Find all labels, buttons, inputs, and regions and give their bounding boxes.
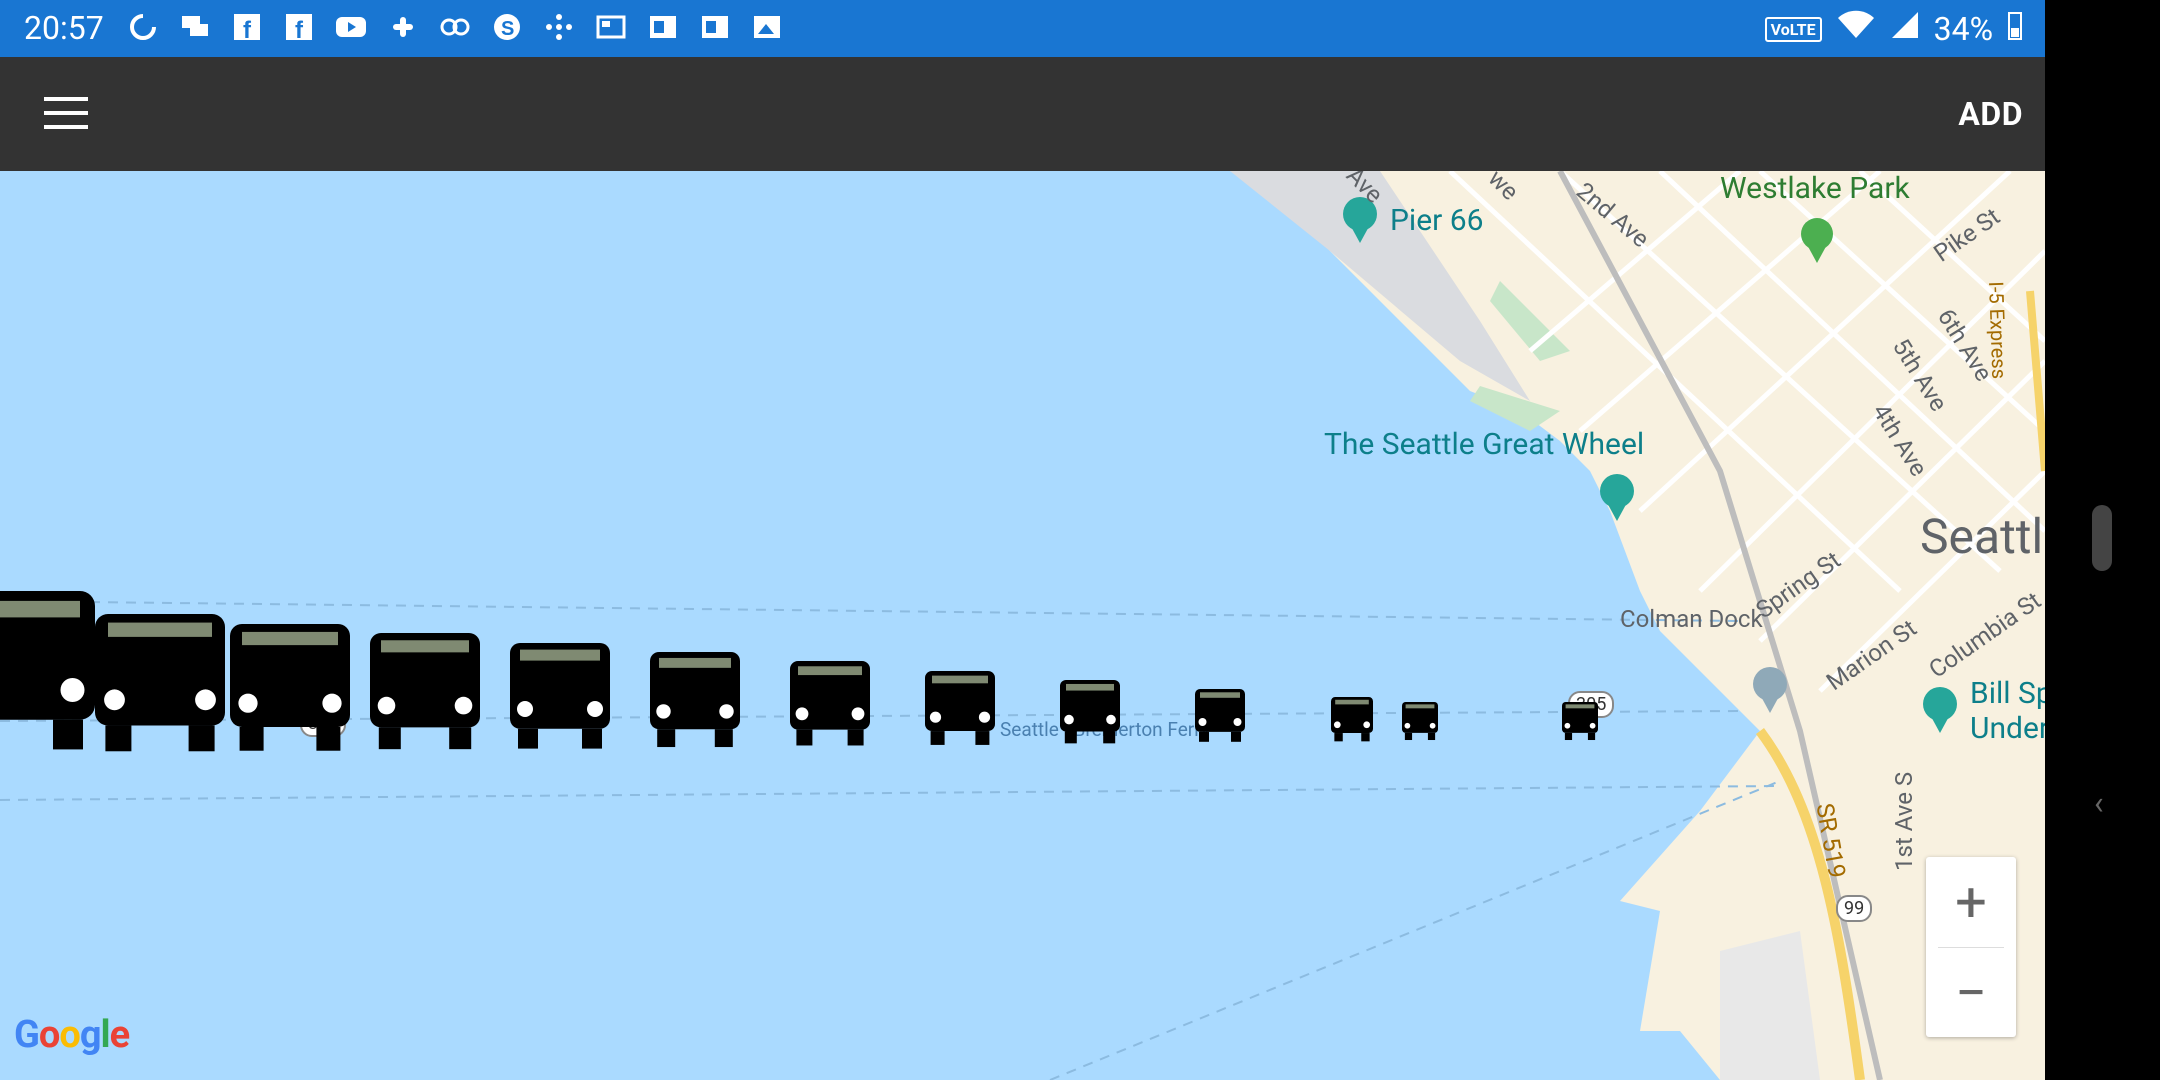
bus-icon[interactable]	[1331, 696, 1377, 747]
bus-icon[interactable]	[650, 651, 744, 755]
skype-icon: S	[492, 12, 522, 42]
clock: 20:57	[24, 9, 104, 47]
facebook-icon: f	[232, 12, 262, 42]
colman-dock-label: Colman Dock	[1620, 605, 1763, 633]
facebook-icon: f	[284, 12, 314, 42]
bus-icon[interactable]	[230, 623, 354, 760]
dots-icon	[544, 12, 574, 42]
news-icon	[596, 12, 626, 42]
svg-text:S: S	[501, 18, 514, 40]
battery-percent: 34%	[1933, 10, 1993, 48]
bus-icon[interactable]	[1562, 702, 1602, 746]
bus-icon[interactable]	[95, 614, 229, 761]
pier66-label: Pier 66	[1390, 203, 1484, 238]
bus-icon[interactable]	[1195, 689, 1249, 748]
system-status: VoLTE 34%	[1764, 10, 2023, 48]
youtube-icon	[336, 12, 366, 42]
bill-sp-label: Bill Sp	[1970, 676, 2045, 711]
zoom-out-button[interactable]: −	[1926, 948, 2016, 1038]
hamburger-icon[interactable]	[44, 97, 88, 129]
zoom-control: + −	[1926, 857, 2016, 1037]
add-button[interactable]: ADD	[1958, 95, 2023, 133]
bus-icon[interactable]	[925, 670, 999, 752]
wifi-icon	[1836, 10, 1876, 48]
sync-icon	[128, 12, 158, 42]
app-toolbar: ADD	[0, 57, 2045, 171]
signal-icon	[1890, 10, 1920, 48]
svg-text:f: f	[243, 17, 252, 42]
bus-icon[interactable]	[1402, 702, 1442, 746]
image-icon	[752, 12, 782, 42]
bus-icon[interactable]	[1060, 679, 1124, 750]
westlake-park-label: Westlake Park	[1720, 171, 1910, 206]
status-bar: 20:57 f f S VoLTE 34%	[0, 0, 2045, 57]
owl-icon	[440, 12, 470, 42]
outlook-icon	[648, 12, 678, 42]
svg-text:f: f	[295, 17, 304, 42]
chevron-left-icon[interactable]: ‹	[2094, 784, 2104, 822]
google-logo: Google	[14, 1013, 130, 1057]
street-label-i5-express: I-5 Express	[1984, 281, 2012, 380]
battery-icon	[2007, 10, 2023, 48]
route-99-shield: 99	[1836, 895, 1873, 922]
under-label: Under	[1970, 711, 2045, 746]
bus-icon[interactable]	[510, 642, 614, 757]
chat-icon	[180, 12, 210, 42]
bus-icon[interactable]	[0, 590, 99, 760]
great-wheel-label: The Seattle Great Wheel	[1324, 427, 1645, 462]
zoom-in-button[interactable]: +	[1926, 857, 2016, 947]
scroll-handle[interactable]	[2092, 505, 2112, 571]
outlook-icon	[700, 12, 730, 42]
street-label-1st-ave-s: 1st Ave S	[1890, 771, 1918, 871]
map-view[interactable]: Westlake Park Pier 66 The Seattle Great …	[0, 171, 2045, 1080]
notification-icons: f f S	[128, 12, 782, 42]
slack-icon	[388, 12, 418, 42]
volte-badge: VoLTE	[1764, 16, 1822, 42]
bus-icon[interactable]	[370, 633, 484, 758]
city-label: Seattl	[1920, 508, 2044, 565]
bus-icon[interactable]	[790, 661, 874, 753]
